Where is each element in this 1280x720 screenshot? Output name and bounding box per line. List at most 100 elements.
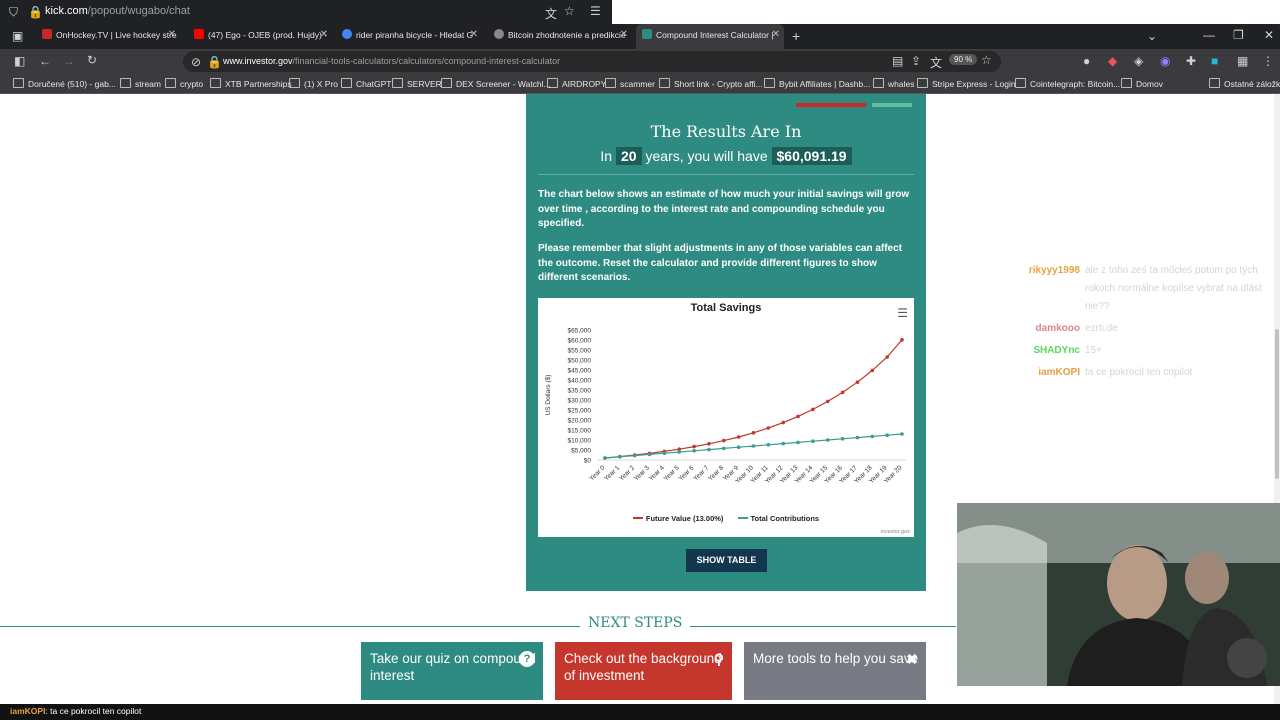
- tab-0[interactable]: OnHockey.TV | Live hockey stre ✕: [36, 24, 180, 49]
- x-tick-label: Year 7: [692, 464, 710, 482]
- tab-2[interactable]: rider piranha bicycle - Hledat G ✕: [336, 24, 482, 49]
- show-table-button[interactable]: SHOW TABLE: [686, 549, 767, 572]
- calculate-button-edge[interactable]: [872, 103, 912, 107]
- total-contributions-point: [811, 439, 815, 443]
- profile-icon[interactable]: ●: [1083, 54, 1090, 68]
- bookmark-item[interactable]: Domov: [1121, 78, 1163, 89]
- total-contributions-point: [855, 435, 860, 440]
- y-tick-label: $20,000: [568, 418, 592, 425]
- bookmark-item[interactable]: XTB Partnerships: [210, 78, 292, 89]
- chat-username[interactable]: rikyyy1998: [1010, 262, 1080, 280]
- total-savings-chart: Total Savings ☰ $0 $5,000 $10,000 $15,000 $2…: [538, 298, 914, 537]
- legend-item-total-contributions[interactable]: Total Contributions: [737, 514, 819, 523]
- popout-url[interactable]: kick.com/popout/wugabo/chat: [45, 5, 190, 17]
- future-value-point: [811, 407, 815, 412]
- new-tab-icon[interactable]: +: [792, 28, 800, 44]
- y-tick-label: $5,000: [571, 448, 591, 455]
- share-icon[interactable]: ⇪: [911, 54, 921, 68]
- translate-icon[interactable]: 文: [545, 5, 557, 22]
- bookmark-star-icon[interactable]: ☆: [981, 53, 992, 67]
- address-bar[interactable]: ⊘ 🔒 www.investor.gov/financial-tools-cal…: [183, 51, 1001, 72]
- bookmark-item[interactable]: ChatGPT: [341, 78, 391, 89]
- close-window-icon[interactable]: ✕: [1264, 28, 1274, 42]
- bookmark-item[interactable]: crypto: [165, 78, 203, 89]
- bookmark-item[interactable]: AIRDROPY: [547, 78, 606, 89]
- tools-icon: ✖: [906, 651, 918, 667]
- close-icon[interactable]: ✕: [620, 29, 628, 40]
- total-contributions-point: [900, 432, 904, 436]
- adjustment-note: Please remember that slight adjustments …: [538, 243, 903, 283]
- reset-button-edge[interactable]: [796, 103, 866, 107]
- bookmark-item[interactable]: Cointelegraph: Bitcoin...: [1015, 78, 1120, 89]
- y-tick-label: $30,000: [568, 398, 592, 405]
- reload-icon[interactable]: ↻: [87, 53, 97, 67]
- x-tick-label: Year 2: [618, 464, 636, 482]
- tab-3[interactable]: Bitcoin zhodnotenie a predikcie ✕: [488, 24, 632, 49]
- star-icon[interactable]: ☆: [564, 4, 575, 18]
- top-buttons-edge: [796, 94, 912, 112]
- bookmark-item[interactable]: stream: [120, 78, 161, 89]
- legend-item-future-value[interactable]: Future Value (13.00%): [632, 514, 723, 523]
- extension-icon[interactable]: ◈: [1134, 54, 1143, 68]
- total-contributions-point: [870, 434, 875, 439]
- menu-icon[interactable]: ⋮: [1262, 54, 1274, 68]
- bookmark-item[interactable]: whales: [873, 78, 914, 89]
- bookmark-item[interactable]: DEX Screener - Watchl...: [441, 78, 551, 89]
- chat-username[interactable]: SHADYnc: [1010, 342, 1080, 360]
- window-icon[interactable]: ▣: [12, 29, 23, 43]
- shield-icon: ⛉: [9, 5, 19, 19]
- sidebar-icon[interactable]: ◧: [14, 54, 25, 68]
- bookmark-item[interactable]: Stripe Express - Login: [917, 78, 1016, 89]
- chat-text: ale z toho ześ ta mŭcłeś potom po tých r…: [1085, 265, 1262, 312]
- menu-icon[interactable]: ☰: [590, 4, 601, 18]
- site-info-icon[interactable]: ⊘: [191, 55, 201, 69]
- webcam-video: [957, 503, 1280, 686]
- bookmark-item[interactable]: Bybit Affiliates | Dashb...: [764, 78, 870, 89]
- tab-search-icon[interactable]: ⌄: [1147, 29, 1157, 43]
- popout-titlebar: ⛉ 🔒 kick.com/popout/wugabo/chat 文 ☆ ☰: [0, 0, 612, 24]
- tab-1[interactable]: (47) Ego - OJEB (prod. Hujdy) - ✕: [188, 24, 332, 49]
- search-icon: ⚲: [713, 651, 724, 667]
- puzzle-icon[interactable]: ✚: [1186, 54, 1196, 68]
- translate-icon[interactable]: 文: [930, 54, 942, 71]
- bookmark-item[interactable]: (1) X Pro: [289, 78, 338, 89]
- reader-icon[interactable]: ▤: [892, 54, 903, 68]
- close-icon[interactable]: ✕: [168, 29, 176, 40]
- total-contributions-point: [796, 440, 800, 445]
- chat-message: SHADYnc 15+: [1010, 342, 1275, 360]
- bookmark-item[interactable]: Short link - Crypto affi...: [659, 78, 763, 89]
- zoom-indicator[interactable]: 90 %: [949, 54, 978, 65]
- restore-icon[interactable]: ❐: [1233, 28, 1244, 42]
- background-check-card[interactable]: Check out the background of investment ⚲: [555, 642, 732, 700]
- y-tick-label: $50,000: [568, 358, 592, 365]
- extension-icon[interactable]: ◆: [1108, 54, 1117, 68]
- close-icon[interactable]: ✕: [470, 29, 478, 40]
- y-tick-label: $65,000: [568, 328, 592, 335]
- chart-legend: Future Value (13.00%) Total Contribution…: [538, 514, 914, 523]
- bookmark-item[interactable]: Ostatné záložky: [1209, 78, 1280, 89]
- chat-username[interactable]: iamKOPI: [1010, 364, 1080, 382]
- total-contributions-point: [632, 453, 637, 458]
- extension-icon[interactable]: ▦: [1237, 54, 1248, 68]
- next-steps-label: NEXT STEPS: [580, 615, 691, 631]
- quiz-card[interactable]: Take our quiz on compound interest ?: [361, 642, 543, 700]
- extension-icon[interactable]: ◉: [1160, 54, 1170, 68]
- chart-explanation: The chart below shows an estimate of how…: [538, 189, 910, 229]
- bookmark-item[interactable]: Doručené (510) - gab...: [13, 78, 116, 89]
- total-contributions-point: [885, 433, 889, 437]
- extension-icon[interactable]: ■: [1211, 54, 1218, 68]
- close-icon[interactable]: ✕: [772, 29, 780, 40]
- chat-message: : ta ce pokrocil ten copilot: [45, 706, 142, 716]
- minimize-icon[interactable]: —: [1203, 28, 1215, 42]
- forward-icon[interactable]: →: [63, 54, 75, 68]
- scrollbar-thumb[interactable]: [1275, 329, 1279, 479]
- bookmark-item[interactable]: scammer: [605, 78, 655, 89]
- close-icon[interactable]: ✕: [320, 29, 328, 40]
- chat-username[interactable]: iamKOPI: [10, 706, 45, 716]
- chat-username[interactable]: damkooo: [1010, 320, 1080, 338]
- more-tools-card[interactable]: More tools to help you save ✖: [744, 642, 926, 700]
- bookmark-item[interactable]: SERVER: [392, 78, 442, 89]
- tab-4-active[interactable]: Compound Interest Calculator | ✕: [636, 24, 784, 49]
- chat-input-bar[interactable]: iamKOPI: ta ce pokrocil ten copilot: [0, 704, 1280, 720]
- back-icon[interactable]: ←: [39, 54, 51, 68]
